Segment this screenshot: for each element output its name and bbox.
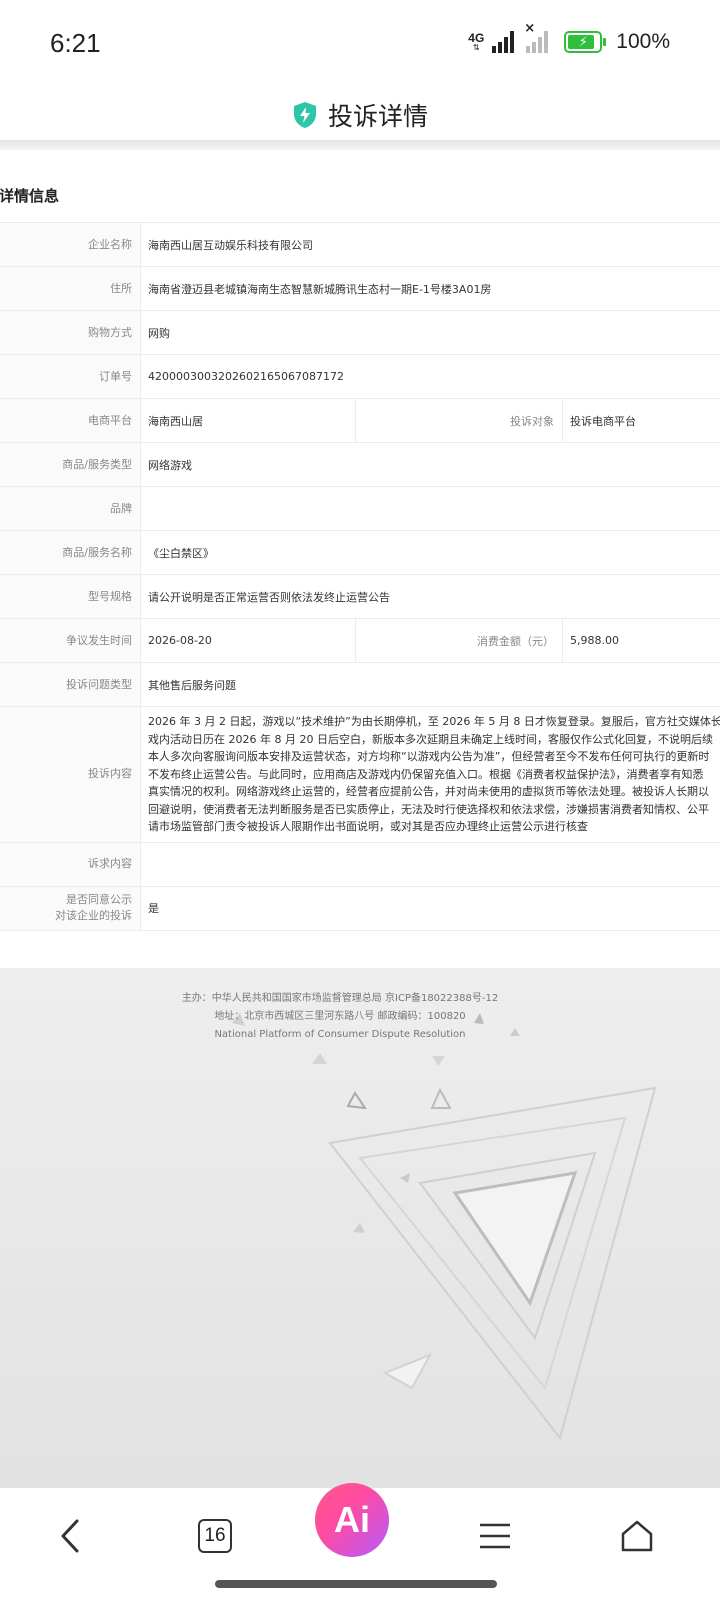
table-row: 型号规格 请公开说明是否正常运营否则依法发终止运营公告 [0, 575, 720, 619]
dispute-date-value: 2026-08-20 [141, 619, 356, 662]
brand-value [141, 487, 720, 530]
page-footer: 主办：中华人民共和国国家市场监督管理总局 京ICP备18022388号-12 地… [0, 968, 720, 1488]
row-label: 投诉对象 [356, 399, 563, 442]
status-icons: 4G ⇅ × ⚡ 100% [468, 21, 670, 54]
tab-count: 16 [198, 1519, 232, 1553]
goods-name-value: 《尘白禁区》 [148, 546, 214, 560]
back-button[interactable] [45, 1508, 95, 1564]
battery-percent: 100% [616, 30, 670, 53]
status-time: 6:21 [50, 28, 101, 58]
row-label: 商品/服务类型 [0, 443, 141, 486]
table-row: 购物方式 网购 [0, 311, 720, 355]
menu-button[interactable] [470, 1508, 520, 1564]
network-indicator: 4G ⇅ [468, 31, 485, 52]
row-label: 消费金额（元） [356, 619, 563, 662]
publish-consent-value: 是 [148, 902, 159, 915]
header-divider [0, 140, 720, 150]
table-row: 商品/服务名称 《尘白禁区》 [0, 531, 720, 575]
table-row: 订单号 420000300320260216506708717­2 [0, 355, 720, 399]
row-label-line: 对该企业的投诉 [55, 909, 132, 922]
table-row: 商品/服务类型 网络游戏 [0, 443, 720, 487]
table-row: 投诉内容 2026 年 3 月 2 日起，游戏以“技术维护”为由长期停机，至 2… [0, 707, 720, 843]
content-line: 真实情况的权利。网络游戏终止运营的，经营者应提前公告，并对尚未使用的虚拟货币等依… [148, 785, 709, 798]
row-label: 品牌 [0, 487, 141, 530]
chevron-left-icon [61, 1519, 79, 1553]
home-button[interactable] [612, 1508, 662, 1564]
status-bar: 6:21 4G ⇅ × ⚡ 100% [0, 0, 720, 92]
home-icon [621, 1520, 653, 1552]
purchase-method-value: 网购 [148, 326, 170, 340]
address-value: 海南省澄迈县老城镇海南生态智慧新城腾讯生态村一期E-1号楼3A01房 [148, 282, 492, 296]
row-label: 投诉内容 [0, 707, 141, 842]
ai-button[interactable]: Ai [315, 1464, 389, 1576]
row-label: 投诉问题类型 [0, 663, 141, 706]
footer-text: 主办：中华人民共和国国家市场监督管理总局 京ICP备18022388号-12 地… [0, 990, 680, 1044]
row-label: 商品/服务名称 [0, 531, 141, 574]
row-label: 电商平台 [0, 399, 141, 442]
table-row: 住所 海南省澄迈县老城镇海南生态智慧新城腾讯生态村一期E-1号楼3A01房 [0, 267, 720, 311]
footer-address: 地址：北京市西城区三里河东路八号 邮政编码：100820 [214, 1011, 466, 1022]
content-line: 不发布终止运营公告。与此同时，应用商店及游戏内仍保留充值入口。根据《消费者权益保… [148, 767, 704, 781]
complaint-content-value: 2026 年 3 月 2 日起，游戏以“技术维护”为由长期停机，至 2026 年… [141, 707, 720, 842]
table-row: 电商平台 海南西山居 投诉对象 投诉电商平台 [0, 399, 720, 443]
content-line: 本人多次向客服询问版本安排及运营状态，对方均称“以游戏内公告为准”，但经营者至今… [148, 750, 710, 763]
table-row: 是否同意公示 对该企业的投诉 是 [0, 886, 720, 931]
table-row: 品牌 [0, 487, 720, 531]
page-header: 投诉详情 [0, 92, 720, 138]
order-number-value: 420000300320260216506708717­2 [148, 370, 344, 383]
row-label: 订单号 [0, 355, 141, 398]
row-label-line: 是否同意公示 [66, 893, 132, 906]
row-label: 购物方式 [0, 311, 141, 354]
page-title: 投诉详情 [327, 102, 428, 131]
content-line: 戏内活动日历在 2026 年 8 月 20 日后空白，新版本多次延期且未确定上线… [148, 732, 713, 746]
table-row: 企业名称 海南西山居互动娱乐科技有限公司 [0, 223, 720, 267]
row-label: 是否同意公示 对该企业的投诉 [0, 886, 141, 930]
tabs-button[interactable]: 16 [190, 1508, 240, 1564]
platform-value: 海南西山居 [141, 399, 356, 442]
model-spec-value: 请公开说明是否正常运营否则依法发终止运营公告 [148, 590, 390, 604]
row-label: 住所 [0, 267, 141, 310]
company-name-value: 海南西山居互动娱乐科技有限公司 [148, 238, 313, 252]
footer-english-name: National Platform of Consumer Dispute Re… [214, 1029, 466, 1040]
table-row: 争议发生时间 2026-08-20 消费金额（元） 5,988.00 [0, 619, 720, 663]
home-indicator[interactable] [215, 1580, 497, 1588]
goods-type-value: 网络游戏 [148, 458, 192, 472]
table-row: 诉求内容 [0, 842, 720, 887]
hamburger-menu-icon [480, 1523, 510, 1549]
decorative-triangles [232, 1013, 657, 1441]
content-line: 2026 年 3 月 2 日起，游戏以“技术维护”为由长期停机，至 2026 年… [148, 715, 720, 728]
row-label: 型号规格 [0, 575, 141, 618]
table-row: 投诉问题类型 其他售后服务问题 [0, 663, 720, 707]
complaint-target-value: 投诉电商平台 [570, 414, 636, 428]
ai-label: Ai [315, 1483, 389, 1557]
complaint-info-table: 企业名称 海南西山居互动娱乐科技有限公司 住所 海南省澄迈县老城镇海南生态智慧新… [0, 222, 720, 931]
demand-value [141, 843, 720, 886]
row-label: 企业名称 [0, 223, 141, 266]
content-line: 请市场监管部门责令被投诉人限期作出书面说明，或对其是否应办理终止运营公示进行核查 [148, 820, 588, 833]
row-label: 争议发生时间 [0, 619, 141, 662]
signal-no-service-icon: × [524, 21, 549, 53]
section-title: 诉详情信息 [0, 187, 60, 205]
footer-sponsor: 主办：中华人民共和国国家市场监督管理总局 京ICP备18022388号-12 [181, 993, 499, 1004]
problem-type-value: 其他售后服务问题 [148, 678, 236, 692]
amount-value: 5,988.00 [570, 634, 619, 647]
row-label: 诉求内容 [0, 842, 141, 886]
battery-icon: ⚡ [564, 31, 607, 53]
shield-bolt-icon [293, 102, 316, 128]
content-line: 回避说明，使消费者无法判断服务是否已实质停止，无法及时行使选择权和依法求偿，涉嫌… [148, 802, 709, 816]
bottom-navigation: 16 Ai [0, 1483, 720, 1600]
signal-strength-icon [492, 31, 515, 53]
